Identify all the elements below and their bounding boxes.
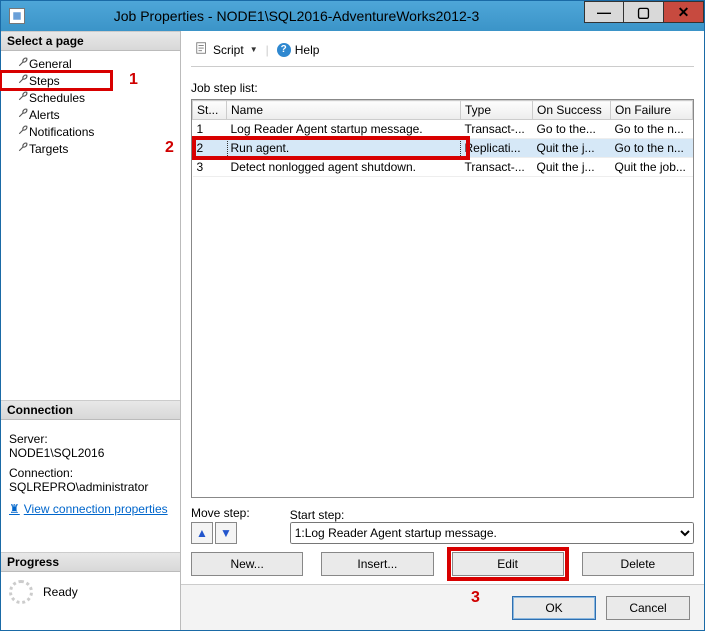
insert-button[interactable]: Insert... [321, 552, 433, 576]
view-connection-properties-link[interactable]: ♜ View connection properties [9, 502, 168, 516]
annotation-1: 1 [129, 71, 138, 89]
dialog-footer: 3 OK Cancel [181, 584, 704, 630]
chevron-down-icon: ▼ [250, 45, 258, 54]
progress-status: Ready [43, 585, 78, 599]
page-item-alerts[interactable]: Alerts [1, 106, 180, 123]
col-on-failure[interactable]: On Failure [611, 101, 693, 120]
help-label: Help [295, 43, 320, 57]
start-step-group: Start step: 1:Log Reader Agent startup m… [290, 508, 694, 544]
wrench-icon [17, 73, 29, 88]
left-panel: Select a page General Steps 1 Schedules [1, 31, 181, 630]
page-item-general[interactable]: General [1, 55, 180, 72]
close-button[interactable]: ✕ [664, 1, 704, 23]
connection-info: Server: NODE1\SQL2016 Connection: SQLREP… [1, 420, 180, 522]
right-panel: Script ▼ | ? Help Job step list: 2 [181, 31, 704, 630]
progress-ring-icon [9, 580, 33, 604]
link-label: View connection properties [24, 502, 168, 516]
move-step-label: Move step: [191, 506, 250, 520]
progress-box: Ready [1, 572, 180, 612]
col-name[interactable]: Name [227, 101, 461, 120]
page-label: Notifications [29, 125, 94, 139]
connection-icon: ♜ [9, 502, 20, 516]
page-list: General Steps 1 Schedules Alerts Not [1, 51, 180, 161]
col-step[interactable]: St... [193, 101, 227, 120]
move-up-button[interactable]: ▲ [191, 522, 213, 544]
start-step-label: Start step: [290, 508, 694, 522]
cell-type: Replicati... [461, 139, 533, 158]
cell-on-failure: Go to the n... [611, 120, 693, 139]
script-button[interactable]: Script ▼ [191, 39, 262, 60]
step-buttons-row: New... Insert... Edit Delete [191, 552, 694, 576]
table-row[interactable]: 1 Log Reader Agent startup message. Tran… [193, 120, 693, 139]
job-step-grid[interactable]: St... Name Type On Success On Failure 1 … [191, 99, 694, 498]
window-buttons: — ▢ ✕ [584, 1, 704, 31]
lower-controls: Move step: ▲ ▼ Start step: [191, 498, 694, 576]
move-down-button[interactable]: ▼ [215, 522, 237, 544]
wrench-icon [17, 107, 29, 122]
delete-button[interactable]: Delete [582, 552, 694, 576]
page-label: Steps [29, 74, 60, 88]
wrench-icon [17, 141, 29, 156]
minimize-button[interactable]: — [584, 1, 624, 23]
page-item-targets[interactable]: Targets [1, 140, 180, 157]
cell-name: Log Reader Agent startup message. [227, 120, 461, 139]
start-step-select[interactable]: 1:Log Reader Agent startup message. [290, 522, 694, 544]
content-area: Select a page General Steps 1 Schedules [1, 31, 704, 630]
arrow-up-icon: ▲ [196, 526, 208, 540]
page-label: Targets [29, 142, 68, 156]
cell-on-success: Go to the... [533, 120, 611, 139]
page-label: Alerts [29, 108, 60, 122]
new-button[interactable]: New... [191, 552, 303, 576]
cell-on-failure: Go to the n... [611, 139, 693, 158]
select-page-header: Select a page [1, 31, 180, 51]
cell-on-success: Quit the j... [533, 139, 611, 158]
wrench-icon [17, 90, 29, 105]
connection-header: Connection [1, 400, 180, 420]
progress-header: Progress [1, 552, 180, 572]
cell-step: 2 [193, 139, 227, 158]
arrow-down-icon: ▼ [220, 526, 232, 540]
cell-type: Transact-... [461, 158, 533, 177]
cell-name: Detect nonlogged agent shutdown. [227, 158, 461, 177]
wrench-icon [17, 56, 29, 71]
maximize-button[interactable]: ▢ [624, 1, 664, 23]
job-properties-window: Job Properties - NODE1\SQL2016-Adventure… [0, 0, 705, 631]
ok-button[interactable]: OK [512, 596, 596, 620]
connection-value: SQLREPRO\administrator [9, 480, 172, 494]
page-label: Schedules [29, 91, 85, 105]
page-item-schedules[interactable]: Schedules [1, 89, 180, 106]
cell-name: Run agent. [227, 139, 461, 158]
wrench-icon [17, 124, 29, 139]
window-title: Job Properties - NODE1\SQL2016-Adventure… [9, 8, 584, 24]
page-item-notifications[interactable]: Notifications [1, 123, 180, 140]
cell-type: Transact-... [461, 120, 533, 139]
server-value: NODE1\SQL2016 [9, 446, 172, 460]
cell-step: 1 [193, 120, 227, 139]
cell-on-success: Quit the j... [533, 158, 611, 177]
annotation-3: 3 [471, 589, 480, 607]
help-icon: ? [277, 43, 291, 57]
toolbar: Script ▼ | ? Help [191, 37, 694, 67]
job-step-list-label: Job step list: [191, 81, 694, 95]
table-row-selected[interactable]: 2 Run agent. Replicati... Quit the j... … [193, 139, 693, 158]
cell-step: 3 [193, 158, 227, 177]
server-label: Server: [9, 432, 172, 446]
titlebar: Job Properties - NODE1\SQL2016-Adventure… [1, 1, 704, 31]
help-button[interactable]: ? Help [273, 41, 324, 59]
script-icon [195, 41, 209, 58]
page-label: General [29, 57, 72, 71]
cancel-button[interactable]: Cancel [606, 596, 690, 620]
table-row[interactable]: 3 Detect nonlogged agent shutdown. Trans… [193, 158, 693, 177]
edit-button[interactable]: Edit [452, 552, 564, 576]
col-on-success[interactable]: On Success [533, 101, 611, 120]
move-step-group: Move step: ▲ ▼ [191, 506, 250, 544]
cell-on-failure: Quit the job... [611, 158, 693, 177]
connection-label: Connection: [9, 466, 172, 480]
page-item-steps[interactable]: Steps [1, 72, 111, 89]
col-type[interactable]: Type [461, 101, 533, 120]
script-label: Script [213, 43, 244, 57]
